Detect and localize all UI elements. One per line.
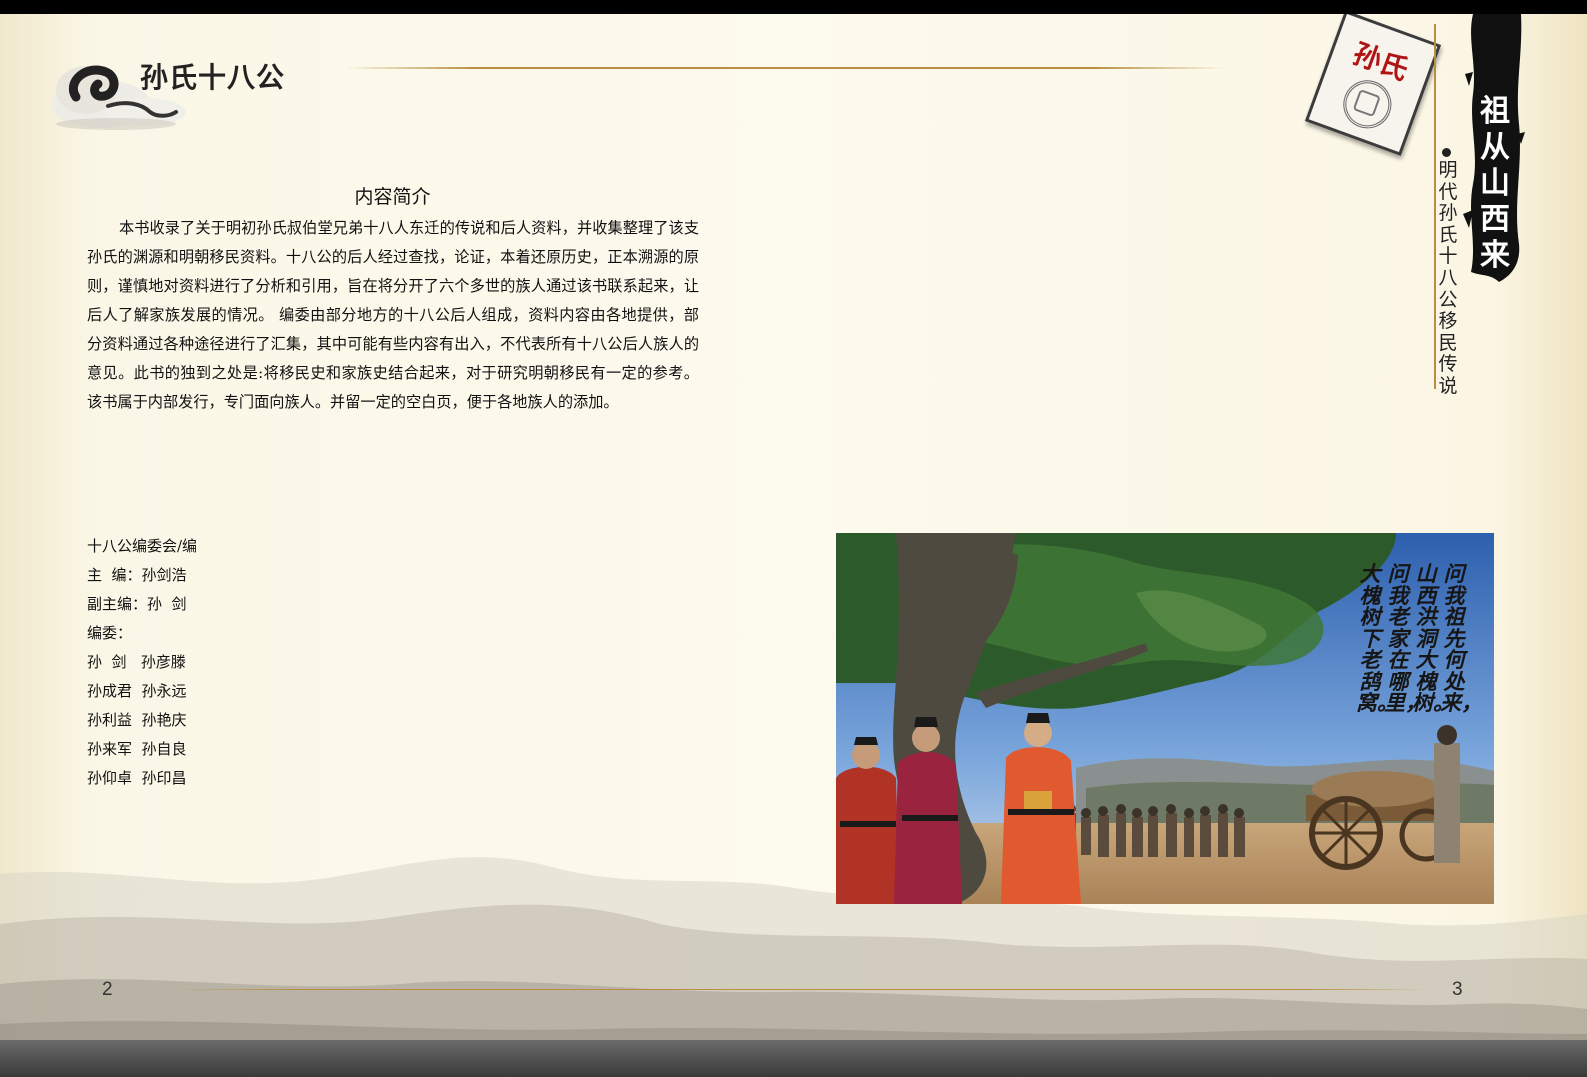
bottom-shadow-strip [0, 1040, 1587, 1077]
side-divider [1434, 24, 1436, 389]
credit-line: 孙 剑 孙彦滕 [87, 653, 186, 671]
intro-paragraph: 本书收录了关于明初孙氏叔伯堂兄弟十八人东迁的传说和后人资料，并收集整理了该支孙氏… [87, 219, 699, 411]
header-divider [345, 67, 1225, 69]
section-heading: 内容简介 [354, 186, 431, 208]
book-spread: 孙氏十八公 孙氏 祖从山西来 明代孙氏十八公移民传说 内容简介 本书收录了关于明… [0, 14, 1587, 1064]
footer-divider [170, 989, 1430, 990]
credit-line: 孙来军 孙自良 [87, 740, 187, 758]
credit-line: 孙成君 孙永远 [87, 682, 187, 700]
page-number-left: 2 [102, 979, 113, 1000]
poem-column: 大槐树下老鸹窝。 [1356, 561, 1398, 715]
surname-stamp-card: 孙氏 [1304, 14, 1442, 156]
editorial-credits: 十八公编委会/编 主 编：孙剑浩 副主编：孙 剑 编委： 孙 剑 孙彦滕 孙成君… [87, 532, 347, 793]
credit-line: 副主编：孙 剑 [87, 595, 187, 613]
scene-photo: 问我祖先何处来， 山西洪洞大槐树。 问我老家在哪里， 大槐树下老鸹窝。 [836, 533, 1494, 904]
credit-line: 主 编：孙剑浩 [87, 566, 187, 584]
brush-title: 祖从山西来 [1480, 94, 1510, 273]
vertical-subtitle: 明代孙氏十八公移民传说 [1438, 159, 1458, 397]
credit-line: 孙仰卓 孙印昌 [87, 769, 187, 787]
credit-line: 编委： [87, 624, 133, 642]
subtitle-bullet [1442, 148, 1451, 157]
header-title: 孙氏十八公 [140, 61, 286, 94]
credit-line: 十八公编委会/编 [87, 537, 198, 555]
credit-line: 孙利益 孙艳庆 [87, 711, 187, 729]
page-number-right: 3 [1452, 979, 1463, 1000]
